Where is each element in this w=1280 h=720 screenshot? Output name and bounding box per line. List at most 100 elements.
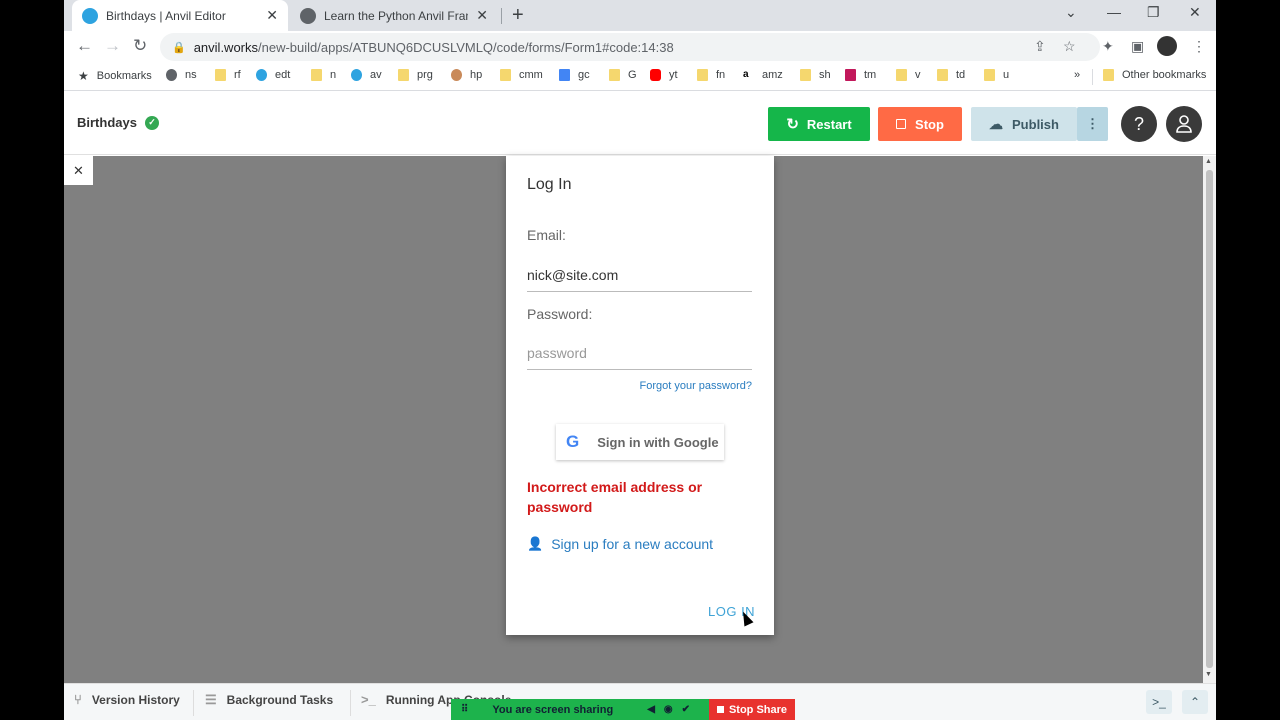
signup-link[interactable]: 👤 Sign up for a new account [527, 536, 713, 552]
password-field[interactable] [527, 336, 752, 370]
calendar-icon [559, 69, 570, 81]
bookmark-item[interactable]: td [937, 69, 965, 81]
close-window-button[interactable]: ✕ [1189, 4, 1201, 21]
version-history-tab[interactable]: ⑂ Version History [74, 692, 180, 707]
tab-title: Birthdays | Anvil Editor [106, 8, 226, 23]
anvil-icon [351, 69, 362, 81]
tab-learn-python[interactable]: Learn the Python Anvil Framewo ✕ [290, 0, 498, 31]
folder-icon [500, 69, 511, 81]
bookmark-star-icon[interactable]: ☆ [1063, 38, 1076, 55]
avatar-icon [451, 69, 462, 81]
console-icon[interactable]: >_ [1146, 690, 1172, 714]
publish-more-button[interactable]: ⋮ [1077, 107, 1108, 141]
forgot-password-link[interactable]: Forgot your password? [527, 380, 753, 392]
side-panel-icon[interactable]: ▣ [1131, 38, 1144, 55]
back-icon[interactable]: ← [76, 36, 93, 56]
divider [193, 690, 194, 716]
bookmark-item[interactable]: fn [697, 69, 725, 81]
menu-icon[interactable]: ⋮ [1192, 38, 1206, 55]
divider [350, 690, 351, 716]
extensions-icon[interactable]: ✦ [1102, 38, 1114, 55]
anvil-header: Birthdays ✓ ↻ Restart Stop ☁ Publish ⋮ ? [64, 92, 1216, 155]
error-message: Incorrect email address or password [527, 479, 703, 515]
stop-share-button[interactable]: Stop Share [709, 699, 795, 720]
help-icon[interactable]: ? [1121, 106, 1157, 142]
tab-title: Learn the Python Anvil Framewo [324, 8, 468, 23]
pause-icon[interactable]: ◉ [664, 704, 673, 715]
tab-divider [501, 8, 502, 24]
youtube-icon [650, 69, 661, 81]
restore-button[interactable]: ❐ [1147, 4, 1160, 21]
star-icon: ★ [78, 69, 89, 83]
restart-button[interactable]: ↻ Restart [768, 107, 870, 141]
folder-icon [697, 69, 708, 81]
scroll-up-icon[interactable]: ▲ [1205, 158, 1212, 165]
google-signin-button[interactable]: G Sign in with Google [556, 424, 724, 460]
background-tasks-tab[interactable]: ☰ Background Tasks [205, 692, 333, 708]
chevron-up-icon[interactable]: ⌃ [1182, 690, 1208, 714]
folder-icon [896, 69, 907, 81]
tm-icon [845, 69, 856, 81]
bookmark-item[interactable]: hp [451, 69, 482, 81]
refresh-icon: ↻ [786, 116, 799, 133]
bookmark-item[interactable]: cmm [500, 69, 543, 81]
anvil-icon [82, 7, 98, 24]
cloud-upload-icon: ☁ [989, 115, 1004, 132]
check-icon[interactable]: ✔ [682, 704, 690, 715]
tab-strip: Birthdays | Anvil Editor ✕ Learn the Pyt… [64, 0, 1216, 31]
stop-button[interactable]: Stop [878, 107, 962, 141]
vertical-scrollbar[interactable]: ▲ ▼ [1203, 156, 1216, 683]
bookmark-divider [1092, 69, 1093, 85]
bookmark-item[interactable]: n [311, 69, 336, 81]
terminal-icon: >_ [361, 692, 376, 707]
bookmark-item[interactable]: u [984, 69, 1009, 81]
bookmark-item[interactable]: G [609, 69, 637, 81]
bookmark-item[interactable]: v [896, 69, 921, 81]
bookmark-item[interactable]: yt [650, 69, 678, 81]
user-plus-icon: 👤 [527, 536, 544, 551]
drag-handle-icon[interactable]: ⠿ [461, 704, 468, 715]
bookmark-item[interactable]: ★ Bookmarks [78, 69, 152, 83]
profile-avatar-icon[interactable] [1157, 36, 1177, 56]
folder-icon [609, 69, 620, 81]
globe-icon [300, 7, 316, 24]
amazon-icon: a [743, 69, 754, 81]
bookmark-item[interactable]: tm [845, 69, 876, 81]
bookmark-item[interactable]: gc [559, 69, 590, 81]
bookmark-item[interactable]: edt [256, 69, 290, 81]
email-field[interactable] [527, 258, 752, 292]
publish-button[interactable]: ☁ Publish [971, 107, 1077, 141]
speaker-icon[interactable]: ◀ [647, 704, 655, 715]
tab-search-icon[interactable]: ⌄ [1065, 4, 1077, 21]
bookmarks-overflow-button[interactable]: » [1074, 69, 1080, 81]
tab-anvil-editor[interactable]: Birthdays | Anvil Editor ✕ [72, 0, 288, 31]
email-label: Email: [527, 227, 566, 243]
minimize-button[interactable]: — [1107, 4, 1121, 20]
folder-icon [398, 69, 409, 81]
address-bar[interactable]: 🔒 anvil.works /new-build/apps/ATBUNQ6DCU… [160, 33, 1100, 61]
reload-icon[interactable]: ↻ [133, 36, 147, 56]
browser-toolbar: ← → ↻ 🔒 anvil.works /new-build/apps/ATBU… [64, 31, 1216, 63]
close-tab-icon[interactable]: ✕ [476, 7, 488, 24]
scrollbar-thumb[interactable] [1206, 170, 1213, 668]
forward-icon[interactable]: → [104, 36, 121, 56]
collapse-icon[interactable]: ✕ [64, 156, 93, 185]
folder-icon [984, 69, 995, 81]
bookmark-item[interactable]: a amz [743, 69, 783, 81]
lock-icon: 🔒 [172, 41, 186, 54]
close-tab-icon[interactable]: ✕ [266, 7, 278, 24]
new-tab-button[interactable]: + [512, 4, 524, 27]
folder-icon [937, 69, 948, 81]
stop-square-icon [716, 706, 724, 713]
folder-icon [311, 69, 322, 81]
bookmark-item[interactable]: av [351, 69, 382, 81]
user-account-icon[interactable] [1166, 106, 1202, 142]
other-bookmarks[interactable]: Other bookmarks [1103, 69, 1206, 81]
scroll-down-icon[interactable]: ▼ [1205, 671, 1212, 678]
bookmark-item[interactable]: rf [215, 69, 241, 81]
bookmark-item[interactable]: prg [398, 69, 433, 81]
bookmark-item[interactable]: sh [800, 69, 831, 81]
bookmark-item[interactable]: ns [166, 69, 197, 81]
url-path: /new-build/apps/ATBUNQ6DCUSLVMLQ/code/fo… [258, 39, 674, 55]
share-icon[interactable]: ⇪ [1034, 38, 1046, 55]
